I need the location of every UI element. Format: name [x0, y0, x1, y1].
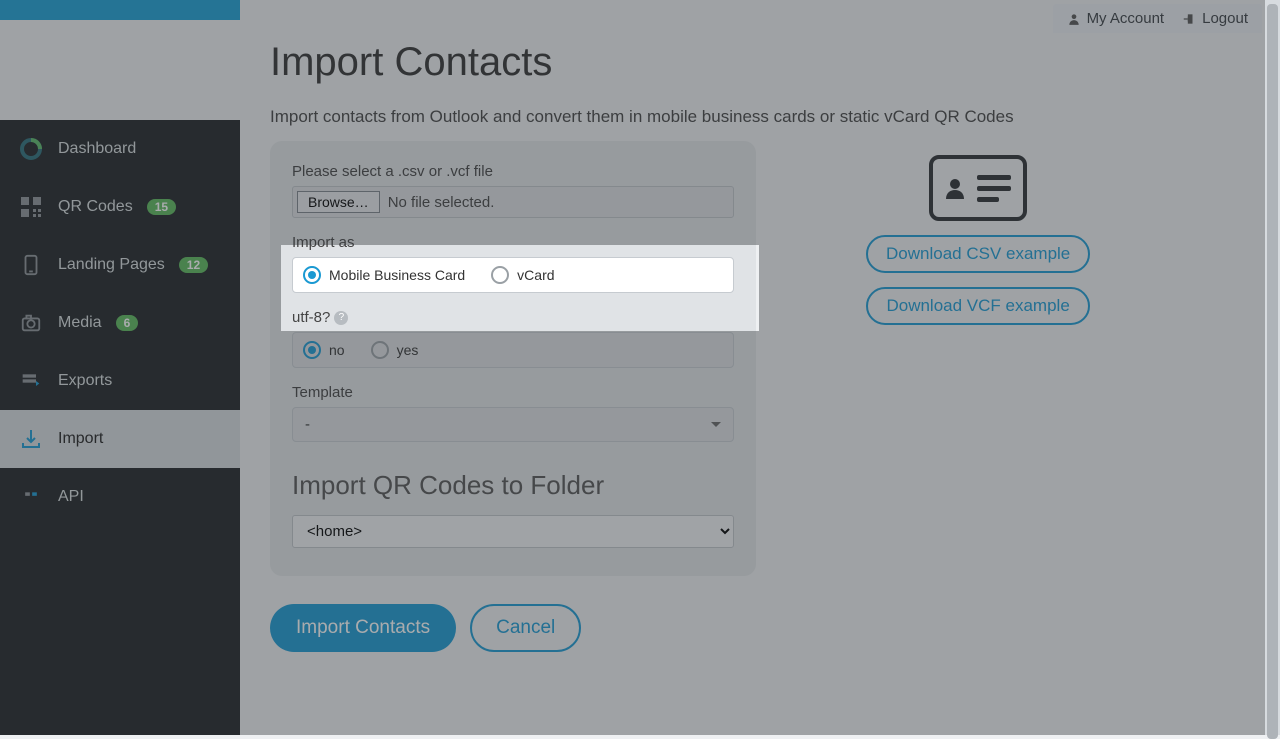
qr-icon — [18, 194, 44, 220]
dashboard-icon — [18, 136, 44, 162]
radio-icon[interactable] — [371, 341, 389, 359]
import-as-label: Import as — [292, 234, 734, 251]
right-panel: Download CSV example Download VCF exampl… — [866, 155, 1090, 325]
form-actions: Import Contacts Cancel — [270, 604, 1250, 652]
my-account-link[interactable]: My Account — [1067, 10, 1165, 27]
radio-icon[interactable] — [491, 266, 509, 284]
radio-label: no — [329, 342, 345, 358]
export-icon — [18, 368, 44, 394]
logout-link[interactable]: Logout — [1182, 10, 1248, 27]
import-form-card: Please select a .csv or .vcf file Browse… — [270, 141, 756, 576]
page-title: Import Contacts — [270, 40, 1250, 85]
badge: 15 — [147, 199, 176, 215]
import-icon — [18, 426, 44, 452]
utf8-label: utf-8?? — [292, 309, 734, 326]
scrollbar-thumb[interactable] — [1267, 4, 1278, 739]
sidebar-item-media[interactable]: Media 6 — [0, 294, 240, 352]
radio-label: Mobile Business Card — [329, 267, 465, 283]
main-content: My Account Logout Import Contacts Import… — [240, 0, 1280, 735]
import-as-mobile-business-card[interactable]: Mobile Business Card — [303, 266, 465, 284]
page-subtitle: Import contacts from Outlook and convert… — [270, 107, 1250, 127]
sidebar-item-label: API — [58, 488, 84, 506]
logout-icon — [1182, 12, 1196, 26]
sidebar-item-label: QR Codes — [58, 198, 133, 216]
template-select[interactable]: - — [292, 407, 734, 442]
template-section: Template - — [292, 384, 734, 442]
logout-label: Logout — [1202, 10, 1248, 27]
api-icon — [18, 484, 44, 510]
phone-icon — [18, 252, 44, 278]
sidebar-item-import[interactable]: Import — [0, 410, 240, 468]
download-vcf-example[interactable]: Download VCF example — [866, 287, 1089, 325]
template-label: Template — [292, 384, 734, 401]
sidebar-item-api[interactable]: API — [0, 468, 240, 526]
sidebar-item-label: Landing Pages — [58, 256, 165, 274]
badge: 12 — [179, 257, 208, 273]
user-icon — [1067, 12, 1081, 26]
cancel-button[interactable]: Cancel — [470, 604, 581, 652]
folder-select[interactable]: <home> — [292, 515, 734, 548]
radio-label: vCard — [517, 267, 554, 283]
sidebar-item-label: Media — [58, 314, 102, 332]
sidebar-header-gap — [0, 20, 240, 120]
sidebar-item-exports[interactable]: Exports — [0, 352, 240, 410]
utf8-radio-row: no yes — [292, 332, 734, 368]
sidebar-item-landing-pages[interactable]: Landing Pages 12 — [0, 236, 240, 294]
utf8-section: utf-8?? no yes — [292, 309, 734, 368]
camera-icon — [18, 310, 44, 336]
sidebar: Dashboard QR Codes 15 Landing Pages 12 M… — [0, 0, 240, 735]
page-scrollbar[interactable] — [1265, 0, 1280, 735]
card-lines-icon — [977, 175, 1011, 202]
account-bar: My Account Logout — [1053, 4, 1262, 33]
contact-card-icon — [929, 155, 1027, 221]
sidebar-item-qr-codes[interactable]: QR Codes 15 — [0, 178, 240, 236]
help-icon[interactable]: ? — [334, 311, 348, 325]
import-as-section: Import as Mobile Business Card vCard — [292, 234, 734, 293]
file-label: Please select a .csv or .vcf file — [292, 163, 734, 180]
file-input-row[interactable]: Browse… No file selected. — [292, 186, 734, 218]
sidebar-item-label: Dashboard — [58, 140, 136, 158]
my-account-label: My Account — [1087, 10, 1165, 27]
template-value: - — [305, 416, 310, 433]
sidebar-item-label: Exports — [58, 372, 112, 390]
radio-label: yes — [397, 342, 419, 358]
sidebar-item-label: Import — [58, 430, 103, 448]
badge: 6 — [116, 315, 139, 331]
browse-button[interactable]: Browse… — [297, 191, 380, 213]
download-csv-example[interactable]: Download CSV example — [866, 235, 1090, 273]
import-as-vcard[interactable]: vCard — [491, 266, 554, 284]
file-status: No file selected. — [388, 194, 495, 211]
import-as-radio-row: Mobile Business Card vCard — [292, 257, 734, 293]
utf8-yes[interactable]: yes — [371, 341, 419, 359]
utf8-no[interactable]: no — [303, 341, 345, 359]
sidebar-item-dashboard[interactable]: Dashboard — [0, 120, 240, 178]
top-accent-strip — [0, 0, 240, 20]
person-icon — [943, 176, 967, 200]
folder-title: Import QR Codes to Folder — [292, 470, 734, 501]
radio-icon[interactable] — [303, 341, 321, 359]
import-contacts-button[interactable]: Import Contacts — [270, 604, 456, 652]
radio-icon[interactable] — [303, 266, 321, 284]
